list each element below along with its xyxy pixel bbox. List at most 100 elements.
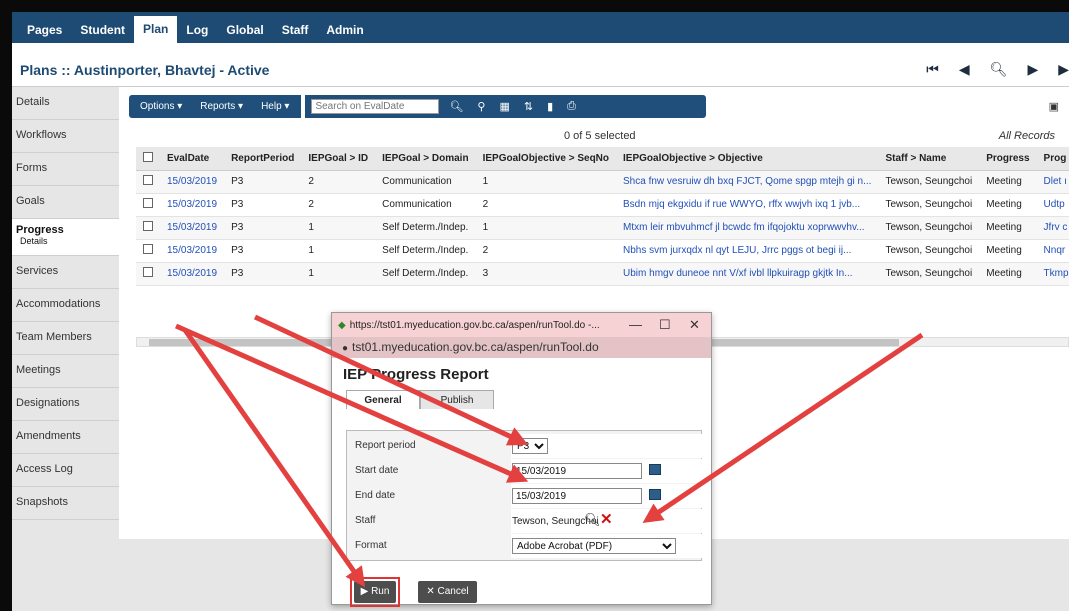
run-button[interactable]: ▶ Run — [354, 581, 396, 603]
table-row[interactable]: 15/03/2019 P3 2 Communication 1 Shca fnw… — [136, 170, 1069, 194]
table-row[interactable]: 15/03/2019 P3 1 Self Determ./Indep. 2 Nb… — [136, 239, 1069, 263]
table-cell: Meeting — [979, 216, 1037, 240]
table-cell: 1 — [301, 216, 376, 240]
close-icon[interactable]: ✕ — [689, 317, 700, 333]
tab-admin[interactable]: Admin — [317, 17, 372, 43]
search-icon[interactable]: 🔍︎ — [990, 61, 1008, 78]
format-select[interactable]: Adobe Acrobat (PDF) — [512, 538, 676, 554]
table-cell: 1 — [475, 170, 617, 194]
objective-link[interactable]: Mtxm leir mbvuhmcf jl bcwdc fm ifqojoktu… — [616, 216, 879, 240]
table-cell[interactable]: Nnqr — [1036, 239, 1069, 263]
table-cell[interactable]: Dlet ı — [1036, 170, 1069, 194]
column-header[interactable]: IEPGoalObjective > Objective — [616, 147, 879, 171]
evaldate-link[interactable]: 15/03/2019 — [160, 239, 225, 263]
search-input[interactable] — [311, 99, 440, 114]
evaldate-link[interactable]: 15/03/2019 — [160, 262, 225, 286]
table-cell[interactable]: Tkmp — [1036, 262, 1069, 286]
sidebar-item-snapshots[interactable]: Snapshots — [12, 487, 119, 520]
sidebar-item-progress[interactable]: Progress Details — [12, 219, 119, 256]
sidebar-item-accommodations[interactable]: Accommodations — [12, 289, 119, 322]
minimize-icon[interactable]: — — [629, 317, 642, 332]
end-date-input[interactable] — [512, 488, 642, 504]
browser-favicon-icon: ◆ — [338, 319, 346, 331]
sidebar-item-services[interactable]: Services — [12, 256, 119, 289]
table-cell: Tewson, Seungchoi — [878, 193, 980, 217]
column-header[interactable]: IEPGoal > Domain — [375, 147, 476, 171]
help-menu-button[interactable]: Help ▾ — [255, 99, 295, 114]
table-cell: 1 — [301, 239, 376, 263]
column-header[interactable]: ReportPeriod — [224, 147, 302, 171]
table-cell: 1 — [475, 216, 617, 240]
sidebar-item-meetings[interactable]: Meetings — [12, 355, 119, 388]
table-cell: 3 — [475, 262, 617, 286]
tab-log[interactable]: Log — [177, 17, 217, 43]
evaldate-link[interactable]: 15/03/2019 — [160, 216, 225, 240]
tab-plan[interactable]: Plan — [134, 16, 178, 43]
row-checkbox[interactable] — [136, 193, 160, 217]
options-menu-button[interactable]: Options ▾ — [134, 99, 188, 114]
sidebar-item-goals[interactable]: Goals — [12, 186, 119, 219]
evaldate-link[interactable]: 15/03/2019 — [160, 193, 225, 217]
print-icon[interactable]: ⎙ — [563, 100, 580, 113]
column-header[interactable]: Prog — [1036, 147, 1069, 171]
objective-link[interactable]: Bsdn mjq ekgxidu if rue WWYO, rffx wwjvh… — [616, 193, 879, 217]
tab-student[interactable]: Student — [71, 17, 134, 43]
column-header[interactable]: IEPGoal > ID — [301, 147, 376, 171]
sidebar-item-details[interactable]: Details — [12, 87, 119, 120]
cancel-button[interactable]: ✕ Cancel — [418, 581, 477, 603]
sidebar-item-amendments[interactable]: Amendments — [12, 421, 119, 454]
all-records-label[interactable]: All Records — [999, 130, 1055, 142]
search-icon[interactable]: 🔍︎ — [445, 100, 467, 113]
tab-pages[interactable]: Pages — [18, 17, 71, 43]
row-checkbox[interactable] — [136, 239, 160, 263]
reports-menu-button[interactable]: Reports ▾ — [194, 99, 249, 114]
report-period-select[interactable]: P3 — [512, 438, 548, 454]
run-tool-dialog: ◆ https://tst01.myeducation.gov.bc.ca/as… — [331, 312, 712, 607]
first-record-icon[interactable]: ⏮ — [926, 61, 939, 78]
table-row[interactable]: 15/03/2019 P3 1 Self Determ./Indep. 3 Ub… — [136, 262, 1069, 286]
last-record-icon[interactable]: ▶ — [1058, 61, 1069, 78]
table-cell[interactable]: Udtp — [1036, 193, 1069, 217]
sidebar-subitem-details[interactable]: Details — [16, 236, 119, 246]
grid-view-icon[interactable]: ▦ — [495, 100, 513, 113]
table-cell: Tewson, Seungchoi — [878, 239, 980, 263]
column-header[interactable]: Staff > Name — [878, 147, 980, 171]
column-header[interactable]: EvalDate — [160, 147, 225, 171]
filter-icon[interactable]: ⚲ — [473, 100, 489, 113]
select-all-checkbox[interactable] — [136, 147, 160, 171]
tab-global[interactable]: Global — [217, 17, 272, 43]
calendar-icon[interactable] — [649, 489, 661, 500]
table-cell: Meeting — [979, 262, 1037, 286]
sort-icon[interactable]: ⇅ — [520, 100, 537, 113]
start-date-input[interactable] — [512, 463, 642, 479]
column-header[interactable]: IEPGoalObjective > SeqNo — [475, 147, 617, 171]
sidebar-item-access-log[interactable]: Access Log — [12, 454, 119, 487]
staff-search-icon[interactable]: 🔍︎ — [584, 512, 601, 528]
tab-general[interactable]: General — [346, 390, 420, 409]
table-row[interactable]: 15/03/2019 P3 2 Communication 2 Bsdn mjq… — [136, 193, 1069, 217]
export-icon[interactable]: ▣ — [1049, 100, 1059, 113]
row-checkbox[interactable] — [136, 216, 160, 240]
column-header[interactable]: Progress — [979, 147, 1037, 171]
chart-icon[interactable]: ▮ — [543, 100, 557, 113]
objective-link[interactable]: Shca fnw vesruiw dh bxq FJCT, Qome spgp … — [616, 170, 879, 194]
table-cell[interactable]: Jfrv c — [1036, 216, 1069, 240]
objective-link[interactable]: Nbhs svm jurxqdx nl qyt LEJU, Jrrc pggs … — [616, 239, 879, 263]
prev-record-icon[interactable]: ◀ — [959, 61, 970, 78]
sidebar-item-team-members[interactable]: Team Members — [12, 322, 119, 355]
next-record-icon[interactable]: ▶ — [1027, 61, 1038, 78]
row-checkbox[interactable] — [136, 170, 160, 194]
tab-staff[interactable]: Staff — [273, 17, 318, 43]
evaldate-link[interactable]: 15/03/2019 — [160, 170, 225, 194]
table-row[interactable]: 15/03/2019 P3 1 Self Determ./Indep. 1 Mt… — [136, 216, 1069, 240]
sidebar-item-designations[interactable]: Designations — [12, 388, 119, 421]
calendar-icon[interactable] — [649, 464, 661, 475]
sidebar-item-workflows[interactable]: Workflows — [12, 120, 119, 153]
row-checkbox[interactable] — [136, 262, 160, 286]
table-cell: P3 — [224, 216, 302, 240]
maximize-icon[interactable]: ☐ — [659, 317, 671, 333]
tab-publish[interactable]: Publish — [420, 390, 494, 409]
sidebar-item-forms[interactable]: Forms — [12, 153, 119, 186]
objective-link[interactable]: Ubim hmgv duneoe nnt V/xf ivbl llpkuirag… — [616, 262, 879, 286]
clear-staff-icon[interactable]: ✕ — [600, 510, 613, 528]
